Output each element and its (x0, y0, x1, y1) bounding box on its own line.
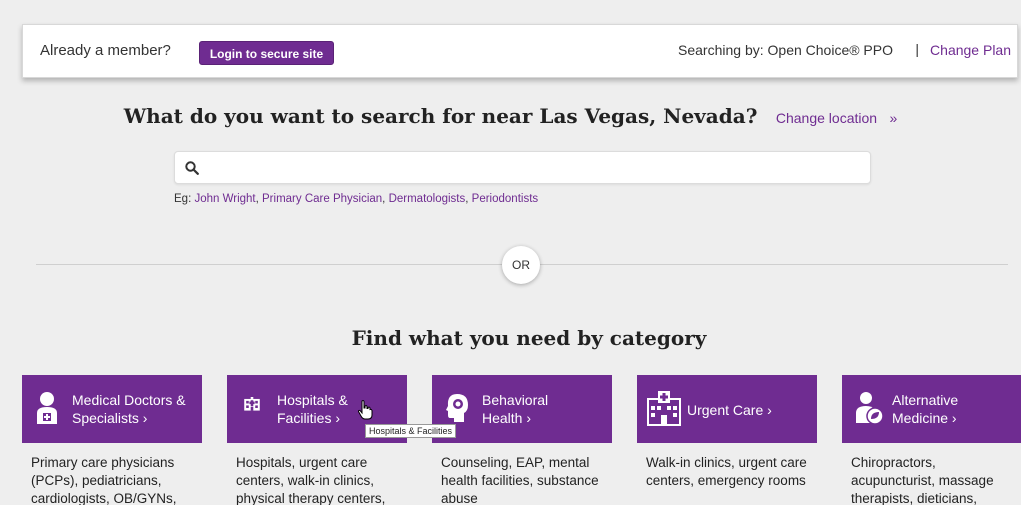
member-prompt: Already a member? (40, 42, 171, 59)
or-badge: OR (502, 246, 540, 284)
category-description: Counseling, EAP, mental health facilitie… (441, 455, 599, 505)
example-link-dermatologists[interactable]: Dermatologists (389, 193, 466, 205)
category-card-behavioral-health[interactable]: Behavioral Health › Counseling, EAP, men… (432, 375, 612, 505)
plan-indicator: Searching by: Open Choice® PPO (678, 42, 893, 58)
category-label: Urgent Care › (687, 402, 772, 418)
search-input[interactable] (205, 156, 855, 180)
urgent-care-building-icon (647, 391, 681, 426)
category-card-hospitals[interactable]: Hospitals & Facilities › Hospitals, urge… (227, 375, 407, 505)
member-bar: Already a member? Login to secure site S… (22, 24, 1018, 78)
search-examples: Eg: John Wright, Primary Care Physician,… (174, 193, 539, 205)
tooltip: Hospitals & Facilities (365, 424, 457, 438)
category-label: Hospitals & Facilities › (277, 392, 348, 426)
category-header[interactable]: Behavioral Health › (432, 375, 612, 443)
category-description: Walk-in clinics, urgent care centers, em… (646, 455, 807, 488)
category-description: Chiropractors, acupuncturist, massage th… (851, 455, 994, 505)
chevron-right-icon[interactable]: » (890, 110, 898, 126)
search-question: What do you want to search for near Las … (123, 104, 758, 128)
hand-cursor-icon (357, 400, 373, 420)
category-header[interactable]: Medical Doctors & Specialists › (22, 375, 202, 443)
change-plan-link[interactable]: Change Plan (930, 42, 1011, 58)
category-label: Behavioral Health › (482, 392, 549, 426)
category-card-alternative-medicine[interactable]: Alternative Medicine › Chiropractors, ac… (842, 375, 1021, 505)
category-label: Medical Doctors & Specialists › (72, 392, 186, 426)
doctor-icon (37, 392, 57, 424)
example-link-periodontists[interactable]: Periodontists (472, 193, 538, 205)
category-label: Alternative Medicine › (892, 392, 959, 426)
hospital-icon (244, 397, 260, 411)
search-heading: What do you want to search for near Las … (0, 104, 1021, 128)
category-heading: Find what you need by category (351, 326, 707, 350)
category-header[interactable]: Urgent Care › (637, 375, 817, 443)
example-link-primary-care[interactable]: Primary Care Physician (262, 193, 382, 205)
category-description: Primary care physicians (PCPs), pediatri… (31, 455, 177, 505)
search-box[interactable] (174, 151, 871, 184)
category-header[interactable]: Alternative Medicine › (842, 375, 1021, 443)
alt-medicine-icon (856, 392, 884, 425)
examples-prefix: Eg: (174, 193, 192, 205)
search-icon (185, 161, 199, 175)
head-icon (446, 394, 468, 422)
change-location-link[interactable]: Change location (776, 110, 877, 126)
login-button[interactable]: Login to secure site (199, 41, 334, 65)
category-card-medical-doctors[interactable]: Medical Doctors & Specialists › Primary … (22, 375, 202, 505)
category-description: Hospitals, urgent care centers, walk-in … (236, 455, 386, 505)
separator: | (915, 41, 919, 57)
example-link-john-wright[interactable]: John Wright (194, 193, 255, 205)
category-card-urgent-care[interactable]: Urgent Care › Walk-in clinics, urgent ca… (637, 375, 817, 505)
